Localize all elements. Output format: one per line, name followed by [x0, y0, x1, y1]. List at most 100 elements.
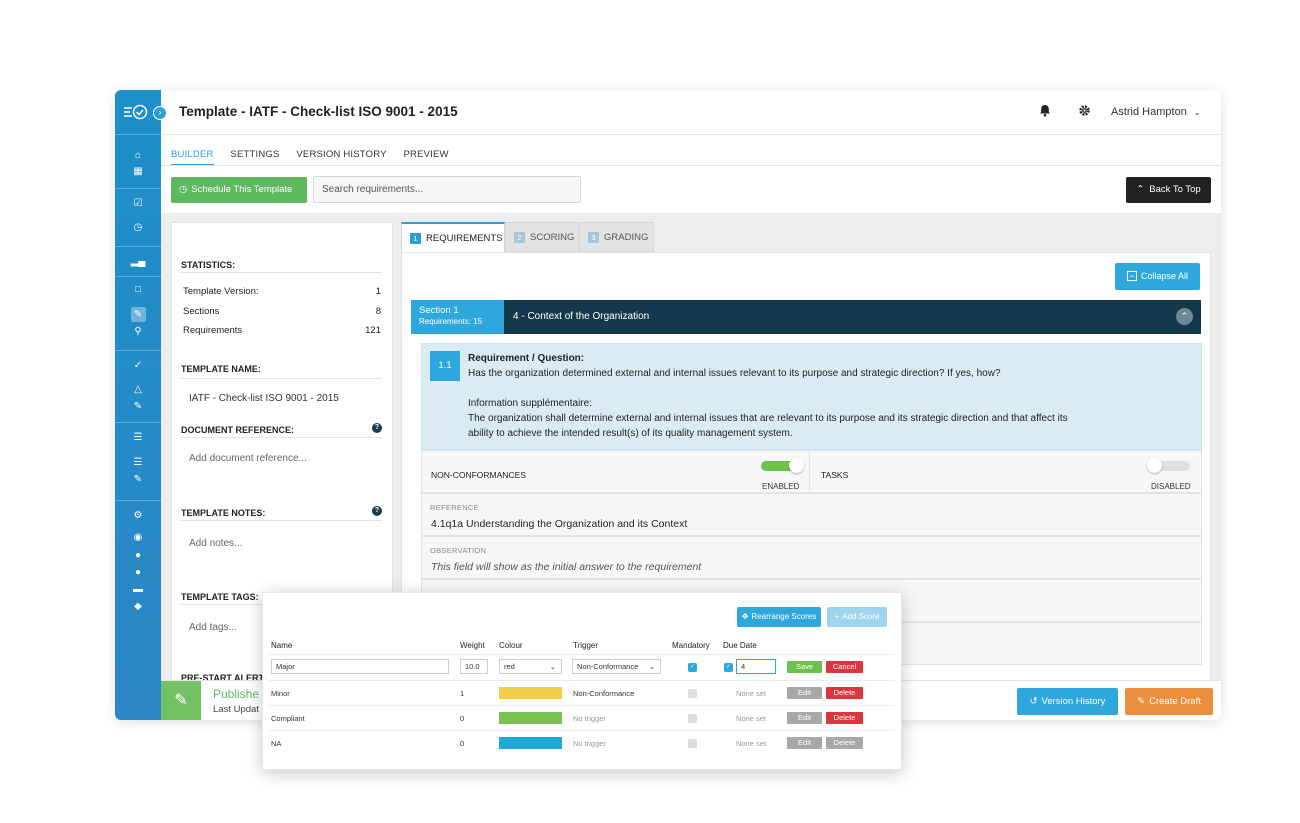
tab-scoring[interactable]: 2 SCORING [505, 222, 579, 252]
nav-rail: ⌂ ▦ ☑ ◷ ▂▄ □ ✎ ⚲ ✓ △ ✎ ☰ ☰ ✎ ⚙ ◉ ● ● ▬ ◆ [115, 90, 161, 720]
tasks-toggle-state: DISABLED [1151, 482, 1191, 491]
column-header: Trigger [573, 641, 599, 650]
template-name-field[interactable]: IATF - Check-list ISO 9001 - 2015 [189, 393, 339, 404]
statistics-heading: STATISTICS: [181, 260, 236, 270]
schedule-template-label: Schedule This Template [191, 184, 293, 195]
stat-label: Requirements [183, 325, 243, 336]
tag-icon[interactable]: ◆ [115, 599, 161, 615]
minus-square-icon: − [1126, 271, 1137, 281]
requirement-question: Has the organization determined external… [468, 368, 1001, 379]
template-tags-heading: TEMPLATE TAGS: [181, 592, 259, 602]
list-icon[interactable]: ☰ [115, 430, 161, 446]
list-alt-icon[interactable]: ☰ [115, 455, 161, 471]
app-logo[interactable] [123, 104, 155, 120]
user-icon[interactable]: ● [115, 548, 161, 564]
non-conformances-toggle[interactable] [761, 458, 804, 473]
mandatory-checkbox[interactable] [688, 739, 697, 748]
chevron-up-icon[interactable]: ⌃ [1176, 308, 1193, 325]
award-icon[interactable]: ⚲ [115, 324, 161, 340]
create-draft-button[interactable]: ✎ Create Draft [1125, 688, 1213, 715]
help-icon[interactable]: ? [372, 423, 382, 433]
delete-button[interactable]: Delete [826, 687, 863, 699]
user-menu[interactable]: Astrid Hampton ⌄ [1111, 106, 1201, 118]
home-icon[interactable]: ⌂ [115, 148, 161, 164]
clock-icon[interactable]: ◷ [115, 220, 161, 236]
gear-icon[interactable]: ⚙ [115, 508, 161, 524]
create-draft-label: Create Draft [1149, 696, 1201, 707]
score-weight-input[interactable]: 10.0 [460, 659, 488, 674]
globe-icon[interactable]: ◉ [115, 530, 161, 546]
section-count: Requirements: 15 [419, 317, 483, 326]
settings-gear-icon[interactable] [1078, 104, 1091, 120]
edit-icon[interactable]: ✎ [115, 399, 161, 415]
stat-row: Requirements 121 [183, 325, 381, 336]
edit-button[interactable]: Edit [787, 687, 822, 699]
edit-button[interactable]: Edit [787, 712, 822, 724]
search-requirements-input[interactable]: Search requirements... [313, 176, 581, 203]
checkbox-icon[interactable]: ☑ [115, 196, 161, 212]
mandatory-checkbox[interactable] [688, 714, 697, 723]
score-colour-select[interactable]: red ⌄ [499, 659, 562, 674]
stat-value: 8 [375, 306, 381, 317]
edit-button[interactable]: Edit [787, 737, 822, 749]
history-icon: ↺ [1029, 696, 1038, 707]
collapse-all-label: Collapse All [1140, 271, 1189, 281]
due-date-input[interactable]: 4 [736, 659, 776, 674]
expand-rail-icon[interactable]: › [153, 106, 167, 120]
delete-button[interactable]: Delete [826, 712, 863, 724]
mandatory-checkbox[interactable] [688, 689, 697, 698]
document-reference-field[interactable]: Add document reference... [189, 453, 307, 464]
nc-toggle-state: ENABLED [762, 482, 800, 491]
last-updated: Last Updat [213, 704, 259, 715]
section-header[interactable]: Section 1 Requirements: 15 4 - Context o… [411, 300, 1201, 334]
notes-field[interactable]: Add notes... [189, 538, 242, 549]
users-icon[interactable]: ● [115, 565, 161, 581]
score-weight: 0 [460, 714, 465, 723]
column-header: Name [271, 641, 293, 650]
due-date-checkbox[interactable]: ✓ [724, 663, 733, 672]
reference-field[interactable]: REFERENCE 4.1q1a Understanding the Organ… [421, 493, 1202, 536]
page-title: Template - IATF - Check-list ISO 9001 - … [179, 104, 458, 119]
tab-label: REQUIREMENTS [426, 233, 503, 244]
reference-value: 4.1q1a Understanding the Organization an… [431, 518, 688, 530]
info-text: ability to achieve the intended result(s… [468, 428, 793, 439]
chevron-down-icon: ⌄ [549, 662, 556, 671]
bell-icon[interactable] [1039, 104, 1051, 120]
tags-field[interactable]: Add tags... [189, 622, 237, 633]
delete-button[interactable]: Delete [826, 737, 863, 749]
tab-grading[interactable]: 3 GRADING [579, 222, 654, 252]
section-title: 4 - Context of the Organization [513, 311, 650, 322]
warning-icon[interactable]: △ [115, 382, 161, 398]
colour-swatch [499, 712, 562, 724]
tab-requirements[interactable]: 1 REQUIREMENTS [401, 222, 505, 252]
document-icon[interactable]: □ [115, 282, 161, 298]
column-header: Mandatory [672, 641, 710, 650]
tab-preview[interactable]: PREVIEW [404, 149, 449, 160]
rearrange-scores-button[interactable]: ✥ Rearrange Scores [737, 607, 821, 627]
score-due: None set [736, 739, 767, 748]
mandatory-checkbox[interactable]: ✓ [688, 663, 697, 672]
calendar-icon[interactable]: ▦ [115, 164, 161, 180]
score-trigger-select[interactable]: Non-Conformance ⌄ [572, 659, 661, 674]
observation-field[interactable]: OBSERVATION This field will show as the … [421, 536, 1202, 579]
edit-alt-icon[interactable]: ✎ [115, 472, 161, 488]
tab-settings[interactable]: SETTINGS [230, 149, 279, 160]
bar-chart-icon[interactable]: ▂▄ [115, 254, 161, 270]
back-to-top-button[interactable]: ⌃ Back To Top [1126, 177, 1211, 203]
collapse-all-button[interactable]: − Collapse All [1115, 263, 1200, 290]
template-edit-icon[interactable]: ✎ [115, 307, 161, 323]
schedule-template-button[interactable]: ◷ Schedule This Template [171, 177, 307, 203]
colour-swatch [499, 737, 562, 749]
tab-version-history[interactable]: VERSION HISTORY [296, 149, 386, 160]
score-name-input[interactable]: Major [271, 659, 449, 674]
tab-builder[interactable]: BUILDER [171, 149, 214, 166]
score-weight: 1 [460, 689, 465, 698]
folder-icon[interactable]: ▬ [115, 582, 161, 598]
add-score-button[interactable]: + Add Score [827, 607, 887, 627]
version-history-button[interactable]: ↺ Version History [1017, 688, 1118, 715]
help-icon[interactable]: ? [372, 506, 382, 516]
tasks-toggle[interactable] [1147, 458, 1190, 473]
check-circle-icon[interactable]: ✓ [115, 358, 161, 374]
save-button[interactable]: Save [787, 661, 822, 673]
cancel-button[interactable]: Cancel [826, 661, 863, 673]
